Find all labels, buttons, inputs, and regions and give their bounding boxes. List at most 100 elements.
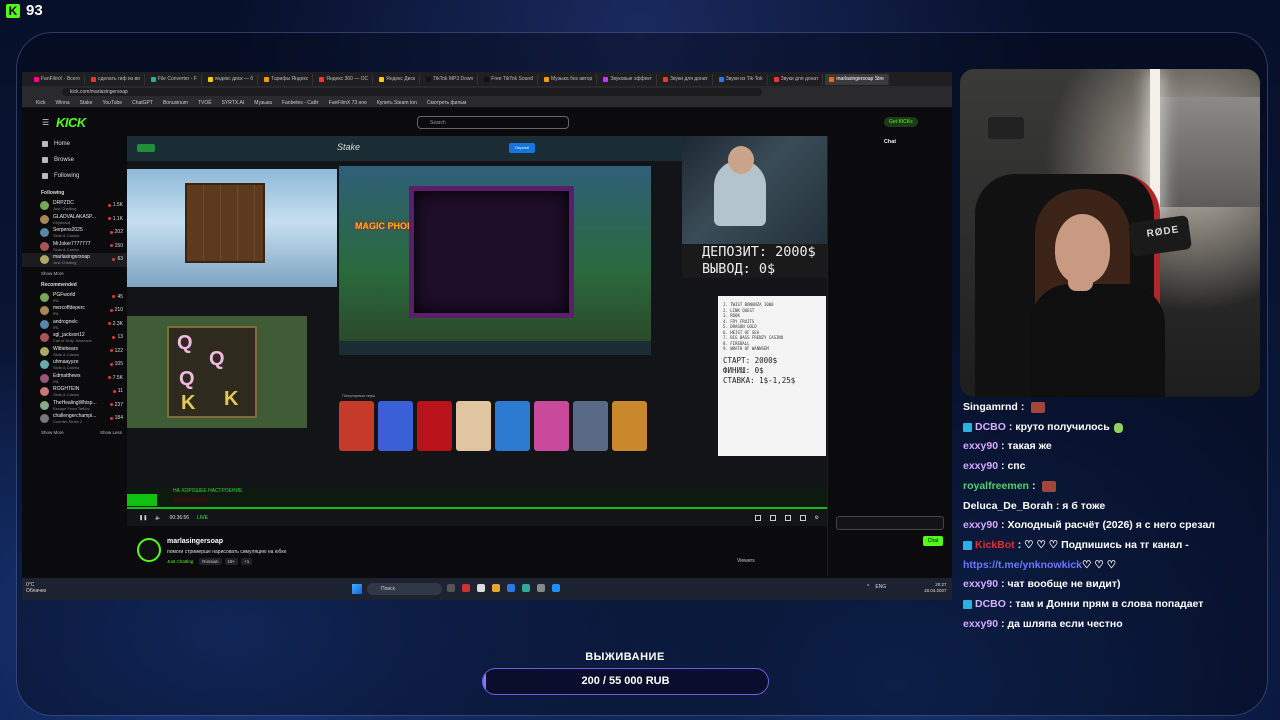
- bookmark-item[interactable]: Stake: [80, 100, 93, 106]
- bookmark-item[interactable]: Купить Steam ton: [377, 100, 417, 106]
- fullscreen-icon[interactable]: [799, 515, 806, 521]
- clip-icon[interactable]: [754, 515, 761, 521]
- video-progress-bar[interactable]: [127, 507, 827, 509]
- bookmark-item[interactable]: Bonusinum: [163, 100, 188, 106]
- sidebar-channel[interactable]: PGFworld IRL 45: [22, 291, 127, 305]
- volume-icon[interactable]: 🔈: [155, 515, 161, 521]
- weather-widget[interactable]: 0°C Облачно: [26, 582, 46, 594]
- language-indicator[interactable]: ENG: [875, 584, 886, 590]
- browser-tab[interactable]: сделать гиф из ви: [87, 73, 145, 85]
- browser-tab[interactable]: Тарифы Яндекс: [260, 73, 314, 85]
- chat-link[interactable]: https://t.me/ynknowkick: [963, 556, 1082, 576]
- sidebar-channel[interactable]: Edmatthews IRL 7.5K: [22, 372, 127, 386]
- browser-tab[interactable]: яндекс диск — б: [204, 73, 259, 85]
- windows-start-icon[interactable]: [352, 584, 362, 594]
- nav-browse[interactable]: Browse: [22, 152, 127, 168]
- sidebar-channel[interactable]: marlasingersoap Just Chatting 63: [22, 253, 127, 267]
- browser-tab[interactable]: marlasingersoap Stre: [825, 73, 889, 85]
- show-more-label[interactable]: Show More: [41, 271, 64, 276]
- browser-tab[interactable]: TikTok MP3 Down: [422, 73, 479, 85]
- browser-tab[interactable]: File Converter - F: [147, 73, 202, 85]
- address-bar[interactable]: kick.com/marlasingersoap: [22, 86, 952, 98]
- browser-tab[interactable]: Яндекс Диск: [375, 73, 421, 85]
- settings-icon[interactable]: ⚙: [815, 515, 819, 521]
- following-list: DRPZDC Just Chatting 1.5K GLADVALAKASP... Ke…: [22, 199, 127, 267]
- bookmark-item[interactable]: Fanbetes - Сайт: [282, 100, 319, 106]
- browser-tab[interactable]: Звуки из Tik-Tok: [715, 73, 768, 85]
- browser-tab[interactable]: Звуковые эффект: [599, 73, 657, 85]
- browser-tab[interactable]: Звуки для донат: [770, 73, 824, 85]
- taskbar-search[interactable]: Поиск: [367, 583, 442, 595]
- app-icon[interactable]: [507, 584, 515, 592]
- sidebar-channel[interactable]: ROGHTEIN Slots & Casino 11: [22, 385, 127, 399]
- get-kicks-button[interactable]: Get KICKs: [884, 117, 918, 127]
- sidebar-channel[interactable]: MrJoker7777777 Slots & Casino 150: [22, 240, 127, 254]
- sidebar-channel[interactable]: DRPZDC Just Chatting 1.5K: [22, 199, 127, 213]
- kick-logo-icon: K: [6, 3, 20, 18]
- channel-text: mercoffdeperc IRL: [53, 305, 109, 316]
- bookmark-item[interactable]: FanFilmX 73 ное: [329, 100, 367, 106]
- channel-viewers: 237: [109, 402, 123, 408]
- theater-icon[interactable]: [769, 515, 776, 521]
- browser-tab[interactable]: FanFilmX - Всего: [30, 73, 85, 85]
- chat-input[interactable]: [836, 516, 944, 530]
- task-view-icon[interactable]: [447, 584, 455, 592]
- tag[interactable]: Russian: [199, 558, 222, 565]
- show-less-label[interactable]: Show Less: [100, 430, 122, 435]
- menu-icon[interactable]: ☰: [42, 118, 50, 127]
- bookmark-item[interactable]: SYRTX.AI: [222, 100, 245, 106]
- streamer-avatar[interactable]: [137, 538, 161, 562]
- channel-text: GLADVALAKASP... Keyboard: [53, 214, 109, 225]
- tag[interactable]: +1: [241, 558, 253, 565]
- app-icon[interactable]: [522, 584, 530, 592]
- sidebar-channel[interactable]: Serpens2025 Slots & Casino 202: [22, 226, 127, 240]
- sidebar-channel[interactable]: TheHealingWhisp... Escape From Tarkov 237: [22, 399, 127, 413]
- browser-tab-strip: FanFilmX - Всего сделать гиф из ви File Co…: [22, 72, 952, 86]
- show-more-label[interactable]: Show More: [41, 430, 64, 435]
- kick-logo[interactable]: KICK: [56, 115, 86, 130]
- sidebar-channel[interactable]: Wittiebears Slots & Casino 122: [22, 345, 127, 359]
- bookmark-item[interactable]: Смотреть фильм: [427, 100, 467, 106]
- pause-icon[interactable]: ❚❚: [139, 515, 147, 521]
- sidebar-channel[interactable]: andrognelc IRL 2.3K: [22, 318, 127, 332]
- tray-chevron-icon[interactable]: ^: [867, 584, 869, 590]
- app-icon[interactable]: [552, 584, 560, 592]
- browser-tab[interactable]: Яндекс 360 — ОС: [315, 73, 374, 85]
- bookmark-item[interactable]: TVОЁ: [198, 100, 212, 106]
- url-field[interactable]: kick.com/marlasingersoap: [62, 88, 762, 96]
- chrome-icon[interactable]: [477, 584, 485, 592]
- chat-message: exxy90: спс: [963, 457, 1263, 477]
- sidebar-channel[interactable]: uhmaayyze Slots & Casino 105: [22, 358, 127, 372]
- nav-home[interactable]: Home: [22, 136, 127, 152]
- kick-search-input[interactable]: Search: [417, 116, 569, 129]
- bookmark-item[interactable]: Kick: [36, 100, 45, 106]
- sidebar-channel[interactable]: mercoffdeperc IRL 210: [22, 304, 127, 318]
- taskbar-clock[interactable]: 20:27 18.04.2027: [924, 582, 947, 594]
- sidebar-channel[interactable]: challengerchampi... Counter-Strike 2 184: [22, 412, 127, 426]
- folder-icon[interactable]: [492, 584, 500, 592]
- nav-following[interactable]: Following: [22, 168, 127, 184]
- app-icon[interactable]: [462, 584, 470, 592]
- bookmark-item[interactable]: Музыка: [254, 100, 272, 106]
- streamer-name[interactable]: marlasingersoap: [167, 538, 223, 545]
- browser-tab[interactable]: Звуки для донат: [659, 73, 713, 85]
- browser-tab[interactable]: Музыка без автор: [540, 73, 598, 85]
- stream-category[interactable]: Just Chatting: [167, 558, 196, 565]
- pip-icon[interactable]: [784, 515, 791, 521]
- bookmark-item[interactable]: ChatGPT: [132, 100, 153, 106]
- tag[interactable]: 18+: [224, 558, 239, 565]
- browser-tab[interactable]: Free TikTok Sound: [480, 73, 538, 85]
- slot-reel-frame: [409, 186, 574, 318]
- following-show-more[interactable]: Show More: [22, 267, 122, 276]
- video-player[interactable]: Stake Deposit Q Q Q K K MAGIC PHOENIX По…: [127, 136, 827, 526]
- chat-send-button[interactable]: Chat: [923, 536, 943, 546]
- app-icon[interactable]: [537, 584, 545, 592]
- bookmark-item[interactable]: Winna: [55, 100, 69, 106]
- chat-text: такая же: [1007, 440, 1052, 453]
- sidebar-channel[interactable]: GLADVALAKASP... Keyboard 1.1K: [22, 213, 127, 227]
- viewer-count-label: Viewers: [737, 558, 755, 564]
- chat-username: DCBO: [975, 598, 1006, 611]
- bookmark-item[interactable]: YouTube: [102, 100, 122, 106]
- stream-tags: Just Chatting Russian 18+ +1: [167, 558, 253, 565]
- sidebar-channel[interactable]: sgl_jackson12 Call of Duty: Warzone 13: [22, 331, 127, 345]
